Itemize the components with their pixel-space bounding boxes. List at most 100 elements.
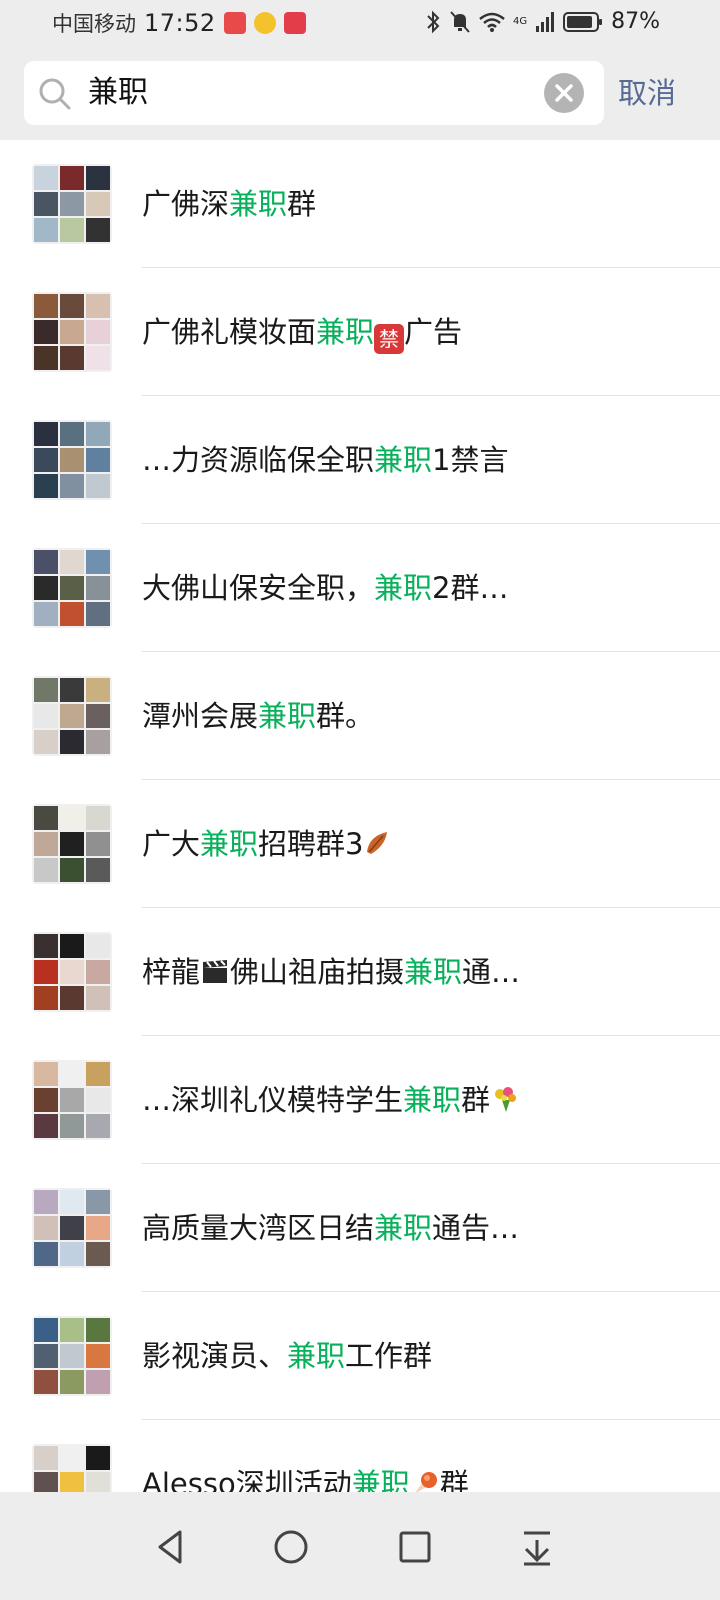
group-name: 高质量大湾区日结兼职通告… <box>142 1200 519 1256</box>
member-avatar-tile <box>34 678 58 702</box>
member-avatar-tile <box>86 1344 110 1368</box>
member-avatar-tile <box>60 806 84 830</box>
member-avatar-tile <box>60 218 84 242</box>
member-avatar-tile <box>60 1088 84 1112</box>
member-avatar-tile <box>86 346 110 370</box>
search-result-row[interactable]: …深圳礼仪模特学生兼职群 <box>0 1036 720 1164</box>
member-avatar-tile <box>60 550 84 574</box>
group-name-suffix: 工作群 <box>345 1339 433 1373</box>
search-highlight: 兼职 <box>374 1211 433 1245</box>
search-result-row[interactable]: 广大兼职招聘群3 <box>0 780 720 908</box>
member-avatar-tile <box>34 986 58 1010</box>
member-avatar-tile <box>86 602 110 626</box>
group-name-prefix: …深圳礼仪模特学生 <box>142 1083 404 1117</box>
member-avatar-tile <box>34 1216 58 1240</box>
search-highlight: 兼职 <box>200 827 259 861</box>
clear-search-button[interactable] <box>544 73 584 113</box>
group-name: 梓龍 佛山祖庙拍摄兼职通… <box>142 944 520 1000</box>
member-avatar-tile <box>86 1370 110 1394</box>
prohibited-emoji-icon: 禁 <box>374 324 405 354</box>
member-avatar-tile <box>86 806 110 830</box>
search-highlight: 兼职 <box>374 443 433 477</box>
group-name-prefix-2: 佛山祖庙拍摄 <box>230 955 405 989</box>
member-avatar-tile <box>86 474 110 498</box>
member-avatar-tile <box>60 602 84 626</box>
search-result-row[interactable]: 广佛深兼职群 <box>0 140 720 268</box>
group-name: …深圳礼仪模特学生兼职群 <box>142 1072 520 1128</box>
member-avatar-tile <box>86 1062 110 1086</box>
group-name-suffix: 通… <box>462 955 521 989</box>
member-avatar-tile <box>60 1114 84 1138</box>
member-avatar-tile <box>34 704 58 728</box>
group-avatar <box>32 804 112 884</box>
member-avatar-tile <box>34 474 58 498</box>
member-avatar-tile <box>86 934 110 958</box>
close-icon <box>555 84 573 102</box>
search-icon <box>39 78 71 110</box>
system-nav-bar <box>0 1492 720 1600</box>
group-avatar <box>32 164 112 244</box>
group-name-prefix: …力资源临保全职 <box>142 443 375 477</box>
member-avatar-tile <box>34 1114 58 1138</box>
search-highlight: 兼职 <box>403 1083 462 1117</box>
group-name-prefix: 影视演员、 <box>142 1339 288 1373</box>
home-icon[interactable] <box>266 1522 316 1572</box>
member-avatar-tile <box>86 832 110 856</box>
member-avatar-tile <box>60 474 84 498</box>
member-avatar-tile <box>60 192 84 216</box>
member-avatar-tile <box>34 218 58 242</box>
search-result-row[interactable]: 影视演员、兼职工作群 <box>0 1292 720 1420</box>
search-result-row[interactable]: 广佛礼模妆面兼职禁广告 <box>0 268 720 396</box>
group-name: 影视演员、兼职工作群 <box>142 1328 432 1384</box>
huawei-app-icon <box>223 12 246 34</box>
back-icon[interactable] <box>146 1522 196 1572</box>
member-avatar-tile <box>34 448 58 472</box>
group-avatar <box>32 1188 112 1268</box>
member-avatar-tile <box>86 192 110 216</box>
member-avatar-tile <box>34 192 58 216</box>
search-result-row[interactable]: 高质量大湾区日结兼职通告… <box>0 1164 720 1292</box>
group-name-prefix: 高质量大湾区日结 <box>142 1211 375 1245</box>
member-avatar-tile <box>86 986 110 1010</box>
search-result-row[interactable]: …力资源临保全职兼职1禁言 <box>0 396 720 524</box>
member-avatar-tile <box>60 960 84 984</box>
notification-pull-icon[interactable] <box>512 1522 562 1572</box>
search-highlight: 兼职 <box>316 315 375 349</box>
cancel-button[interactable]: 取消 <box>618 70 676 116</box>
search-box[interactable] <box>24 61 604 125</box>
group-name-suffix: 通告… <box>432 1211 520 1245</box>
member-avatar-tile <box>34 346 58 370</box>
member-avatar-tile <box>86 576 110 600</box>
signal-icon <box>536 11 555 32</box>
member-avatar-tile <box>86 320 110 344</box>
member-avatar-tile <box>86 1088 110 1112</box>
search-result-row[interactable]: 梓龍 佛山祖庙拍摄兼职通… <box>0 908 720 1036</box>
qzone-icon <box>283 12 306 34</box>
search-result-row[interactable]: 大佛山保安全职，兼职2群… <box>0 524 720 652</box>
wifi-icon <box>479 12 505 32</box>
weibo-icon <box>253 12 276 34</box>
group-name-prefix: 广佛礼模妆面 <box>142 315 317 349</box>
member-avatar-tile <box>60 422 84 446</box>
search-highlight: 兼职 <box>258 699 317 733</box>
member-avatar-tile <box>86 294 110 318</box>
member-avatar-tile <box>86 1190 110 1214</box>
member-avatar-tile <box>60 166 84 190</box>
member-avatar-tile <box>60 346 84 370</box>
member-avatar-tile <box>86 1446 110 1470</box>
status-time: 17:52 <box>144 9 216 37</box>
member-avatar-tile <box>60 576 84 600</box>
group-name: …力资源临保全职兼职1禁言 <box>142 432 508 488</box>
member-avatar-tile <box>34 1088 58 1112</box>
search-input[interactable] <box>88 61 548 125</box>
member-avatar-tile <box>34 166 58 190</box>
group-name-suffix: 群 <box>287 187 317 221</box>
battery-icon <box>563 11 603 32</box>
member-avatar-tile <box>86 550 110 574</box>
group-name: 大佛山保安全职，兼职2群… <box>142 560 508 616</box>
search-result-row[interactable]: 潭州会展兼职群。 <box>0 652 720 780</box>
recents-icon[interactable] <box>390 1522 440 1572</box>
search-result-list: 广佛深兼职群 广佛礼模妆面兼职禁广告 …力资源临保全职兼职1禁言 大佛山保安全职，兼职… <box>0 140 720 1548</box>
status-bar: 中国移动 17:52 4G 87% <box>0 0 720 46</box>
member-avatar-tile <box>60 730 84 754</box>
